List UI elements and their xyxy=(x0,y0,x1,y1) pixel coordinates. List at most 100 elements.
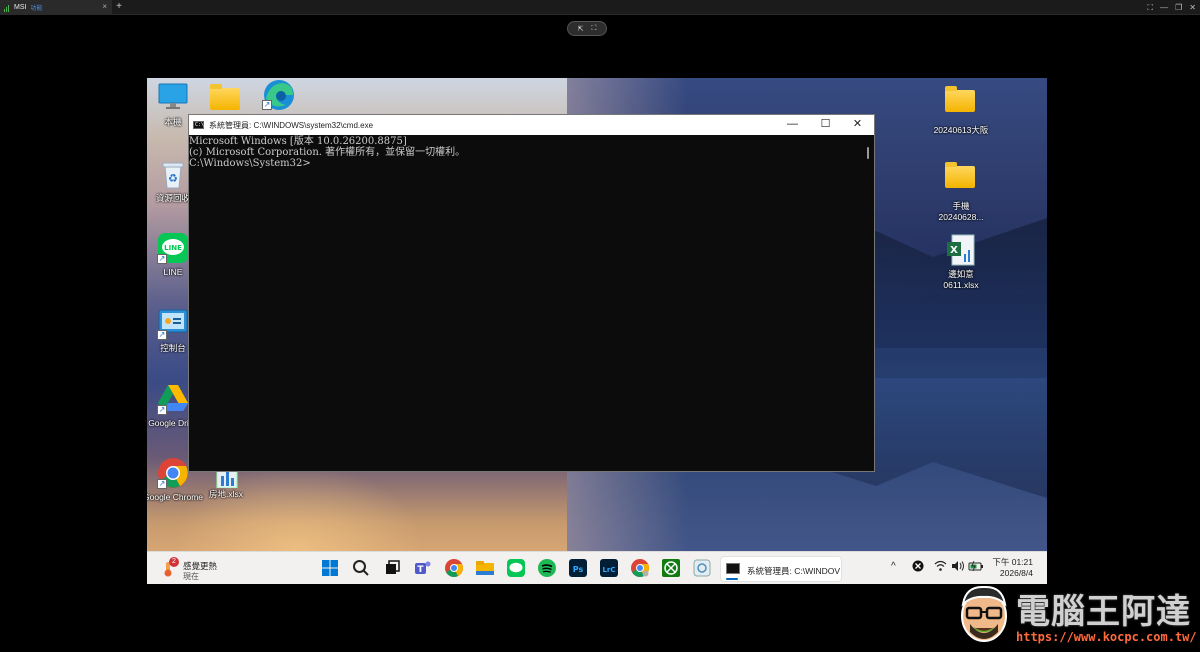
watermark-url: https://www.kocpc.com.tw/ xyxy=(1016,630,1197,644)
chrome-button[interactable] xyxy=(444,558,464,578)
cmd-window[interactable]: C:\ 系統管理員: C:\WINDOWS\system32\cmd.exe —… xyxy=(188,114,875,472)
host-tab-close-icon[interactable]: × xyxy=(102,2,107,11)
folder-icon xyxy=(476,561,494,575)
xbox-tray-icon[interactable] xyxy=(912,560,924,575)
close-icon[interactable]: ✕ xyxy=(1189,3,1196,12)
desktop-icon-label: 邊如意 0611.xlsx xyxy=(943,269,979,290)
active-indicator xyxy=(726,578,738,580)
task-view-button[interactable] xyxy=(382,558,402,578)
line-icon: LINE ↗ xyxy=(157,232,189,264)
shortcut-arrow-icon: ↗ xyxy=(262,100,272,110)
cmd-console[interactable]: Microsoft Windows [版本 10.0.26200.8875] (c… xyxy=(189,135,861,471)
spotify-icon xyxy=(538,559,556,577)
clock-time: 下午 01:21 xyxy=(992,557,1033,567)
folder-icon xyxy=(945,162,977,198)
search-button[interactable] xyxy=(351,558,371,578)
expand-icon[interactable]: ⛶ xyxy=(591,25,596,33)
wifi-icon[interactable] xyxy=(934,560,947,575)
svg-text:LrC: LrC xyxy=(602,566,615,574)
remote-desktop-icon xyxy=(693,559,711,577)
cmd-window-title: 系統管理員: C:\WINDOWS\system32\cmd.exe xyxy=(209,120,374,130)
watermark-title: 電腦王阿達 xyxy=(1016,592,1191,632)
svg-text:T: T xyxy=(417,565,424,575)
teams-icon: T xyxy=(415,561,431,575)
photoshop-button[interactable]: Ps xyxy=(568,558,588,578)
xbox-icon xyxy=(662,559,680,577)
shortcut-arrow-icon: ↗ xyxy=(157,479,167,489)
desktop-icon-label: 房地.xlsx xyxy=(208,489,243,499)
watermark: 電腦王阿達 https://www.kocpc.com.tw/ xyxy=(950,580,1200,652)
remote-desktop-button[interactable] xyxy=(692,558,712,578)
lightroom-classic-button[interactable]: LrC xyxy=(599,558,619,578)
mascot-logo xyxy=(954,582,1014,642)
monitor-icon xyxy=(157,82,189,114)
restore-icon[interactable]: ❐ xyxy=(1175,3,1182,12)
spotify-button[interactable] xyxy=(537,558,557,578)
xbox-button[interactable] xyxy=(661,558,681,578)
active-app-cmd[interactable]: 系統管理員: C:\WINDOV xyxy=(720,556,842,582)
shortcut-arrow-icon: ↗ xyxy=(157,405,167,415)
svg-text:LINE: LINE xyxy=(164,244,182,252)
desktop-icon-label: 20240613大阪 xyxy=(933,125,989,135)
weather-subtitle: 現在 xyxy=(183,572,199,581)
desktop-icon-excel-file[interactable]: X 邊如意 0611.xlsx xyxy=(931,234,991,291)
pointer-icon[interactable]: ⇱ xyxy=(578,25,584,33)
teams-button[interactable]: T xyxy=(413,558,433,578)
recycle-bin-icon: ♻ xyxy=(157,158,189,190)
host-window-controls: ⛶ — ❐ ✕ xyxy=(1148,0,1196,15)
host-tab-subtitle: 功能 xyxy=(30,6,43,12)
chrome-icon: ↗ xyxy=(157,457,189,489)
lightroom-icon: LrC xyxy=(600,559,618,577)
host-tab[interactable]: MSI 功能 × xyxy=(0,0,112,15)
screen: MSI 功能 × + ⛶ — ❐ ✕ ⇱ ⛶ 本機 ↗ ♻ 資源回收 LINE … xyxy=(0,0,1200,652)
shortcut-arrow-icon: ↗ xyxy=(157,330,167,340)
chrome-icon xyxy=(445,559,463,577)
maximize-button[interactable]: ☐ xyxy=(809,115,842,135)
close-button[interactable]: ✕ xyxy=(841,115,874,135)
svg-text:♻: ♻ xyxy=(168,172,178,185)
excel-icon: X xyxy=(945,234,977,266)
chrome-dev-button[interactable] xyxy=(630,558,650,578)
taskbar: 2 感覺更熱 現在 T Ps LrC 系統管理員: C:\WINDOV ^ 下午… xyxy=(147,551,1047,584)
search-icon xyxy=(353,560,369,576)
host-title-bar: MSI 功能 × + ⛶ — ❐ ✕ xyxy=(0,0,1200,15)
battery-icon[interactable] xyxy=(968,560,984,575)
remote-control-pill: ⇱ ⛶ xyxy=(567,21,607,36)
scrollbar-thumb[interactable] xyxy=(867,147,869,159)
tray-chevron-icon[interactable]: ^ xyxy=(891,561,896,572)
folder-icon xyxy=(945,86,977,122)
host-tab-title: MSI xyxy=(14,4,27,11)
desktop-icon-folder-phone[interactable]: 手機 20240628... xyxy=(931,160,991,223)
signal-icon xyxy=(4,4,10,12)
cmd-title-bar[interactable]: C:\ 系統管理員: C:\WINDOWS\system32\cmd.exe —… xyxy=(189,115,874,135)
console-line: (c) Microsoft Corporation. 著作權所有，並保留一切權利… xyxy=(189,147,466,158)
google-drive-icon: ↗ xyxy=(157,383,189,415)
svg-text:X: X xyxy=(950,245,958,256)
volume-icon[interactable] xyxy=(951,560,965,575)
console-line: Microsoft Windows [版本 10.0.26200.8875] xyxy=(189,136,407,147)
line-button[interactable] xyxy=(506,558,526,578)
shortcut-arrow-icon: ↗ xyxy=(157,254,167,264)
task-view-icon xyxy=(386,560,400,574)
control-panel-icon: ↗ xyxy=(157,308,189,340)
active-app-label: 系統管理員: C:\WINDOV xyxy=(747,566,841,576)
fullscreen-icon[interactable]: ⛶ xyxy=(1148,3,1154,13)
start-button[interactable] xyxy=(320,558,340,578)
desktop-icon-label: 手機 20240628... xyxy=(938,201,984,222)
notification-badge: 2 xyxy=(169,557,179,567)
desktop-icon-folder-20240613[interactable]: 20240613大阪 xyxy=(931,84,991,136)
host-add-tab-button[interactable]: + xyxy=(114,0,124,15)
svg-text:Ps: Ps xyxy=(573,565,584,574)
minimize-button[interactable]: — xyxy=(776,115,809,135)
weather-widget[interactable]: 2 感覺更熱 現在 xyxy=(161,557,241,581)
desktop-icon-edge[interactable]: ↗ xyxy=(248,78,308,110)
file-explorer-button[interactable] xyxy=(475,558,495,578)
cmd-app-icon xyxy=(726,563,740,574)
photoshop-icon: Ps xyxy=(569,559,587,577)
cmd-app-icon: C:\ xyxy=(193,121,205,129)
taskbar-clock[interactable]: 下午 01:21 2026/8/4 xyxy=(992,557,1033,579)
windows-icon xyxy=(322,560,338,576)
cmd-scrollbar[interactable] xyxy=(862,135,874,471)
console-prompt: C:\Windows\System32> xyxy=(189,158,311,169)
minimize-icon[interactable]: — xyxy=(1160,3,1168,12)
